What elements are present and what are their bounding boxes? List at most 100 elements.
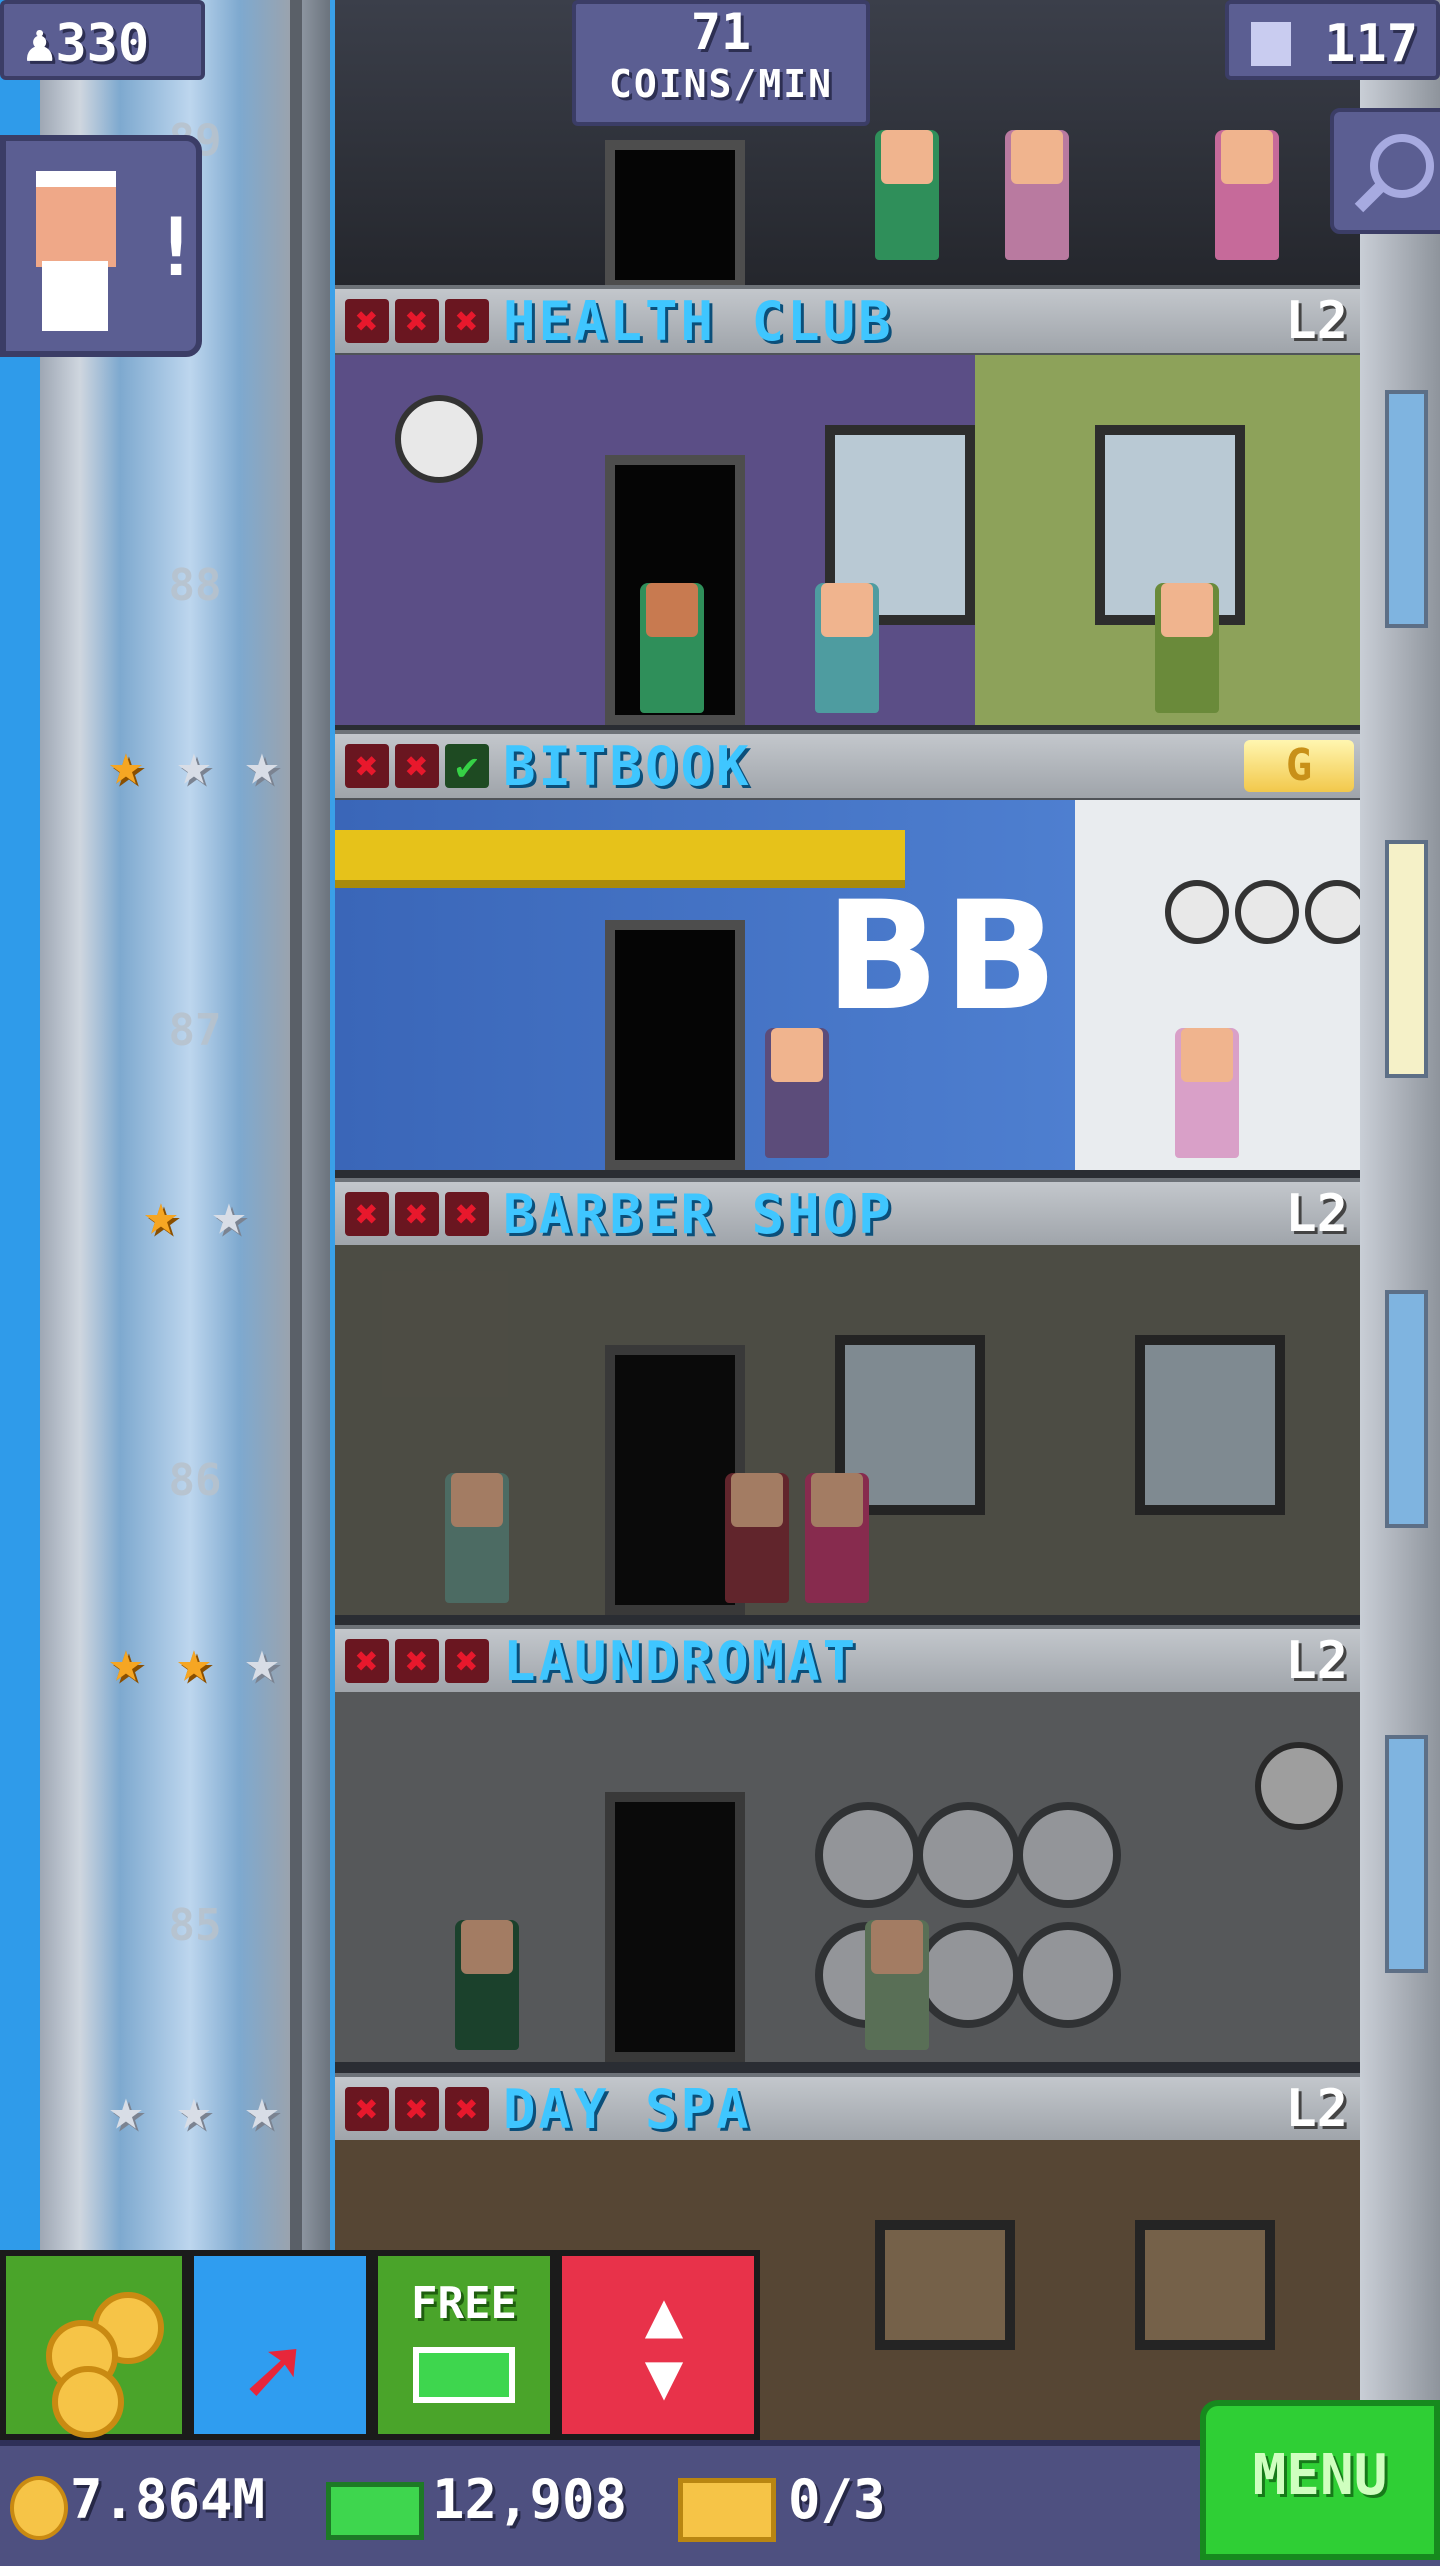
stock-marks: ✖ ✖ ✖ bbox=[345, 1192, 489, 1236]
room-shade bbox=[335, 1692, 1360, 2062]
clock-icon bbox=[1235, 880, 1299, 944]
right-wall bbox=[1360, 0, 1440, 2440]
side-window bbox=[1385, 1290, 1428, 1528]
stock-missing-icon: ✖ bbox=[445, 1639, 489, 1683]
bitbook-logo: BB bbox=[825, 870, 1062, 1044]
floor-level: L2 bbox=[1285, 1631, 1348, 1691]
stock-missing-icon: ✖ bbox=[345, 2087, 389, 2131]
raffle-pin-button[interactable]: ➚ bbox=[188, 2250, 372, 2440]
free-label: FREE bbox=[411, 2278, 517, 2329]
star-icon: ★ bbox=[143, 1180, 179, 1248]
bitizen-sprite[interactable] bbox=[815, 583, 879, 713]
star-icon: ★ bbox=[108, 730, 144, 798]
free-bux-button[interactable]: FREE bbox=[372, 2250, 556, 2440]
sky-background bbox=[0, 0, 40, 2560]
coins-per-min-label: COINS/MIN bbox=[609, 62, 833, 106]
golden-tickets-count: 0/3 bbox=[788, 2468, 886, 2531]
star-icon: ★ bbox=[244, 1627, 280, 1695]
room-barber-shop[interactable] bbox=[335, 1245, 1360, 1615]
bux-icon bbox=[326, 2482, 424, 2540]
stock-missing-icon: ✖ bbox=[445, 1192, 489, 1236]
magnifier-handle bbox=[1354, 179, 1388, 213]
search-button[interactable] bbox=[1330, 108, 1440, 234]
building-icon bbox=[1251, 22, 1291, 66]
bitizen-sprite[interactable] bbox=[765, 1028, 829, 1158]
side-window bbox=[1385, 1735, 1428, 1973]
laundromat-stars: ★ ★ ★ bbox=[95, 1630, 293, 1692]
exclamation-icon: ! bbox=[152, 201, 201, 294]
star-icon: ★ bbox=[244, 730, 280, 798]
star-icon: ★ bbox=[211, 1180, 247, 1248]
clock-icon bbox=[395, 395, 483, 483]
floor-name: BARBER SHOP bbox=[503, 1182, 894, 1246]
day-spa-stars: ★ ★ ★ bbox=[95, 2078, 293, 2140]
room-shade bbox=[335, 1245, 1360, 1615]
menu-button[interactable]: MENU bbox=[1200, 2400, 1440, 2560]
floor-header-bitbook[interactable]: ✖ ✖ ✔ BITBOOK G bbox=[335, 730, 1360, 804]
bitizen-sprite[interactable] bbox=[875, 130, 939, 260]
person-icon: ♟ bbox=[24, 14, 56, 74]
room-door bbox=[605, 920, 745, 1170]
floor-header-health-club[interactable]: ✖ ✖ ✖ HEALTH CLUB L2 bbox=[335, 285, 1360, 359]
elevator-button[interactable]: ▲ ▼ bbox=[556, 2250, 760, 2440]
coins-button[interactable] bbox=[0, 2250, 188, 2440]
golden-ticket-icon bbox=[678, 2478, 776, 2542]
star-icon: ★ bbox=[176, 2075, 212, 2143]
population-value: 330 bbox=[55, 14, 150, 74]
shaft-rail bbox=[290, 0, 302, 2300]
stock-missing-icon: ✖ bbox=[345, 299, 389, 343]
floor-header-day-spa[interactable]: ✖ ✖ ✖ DAY SPA L2 bbox=[335, 2073, 1360, 2147]
stock-missing-icon: ✖ bbox=[395, 1639, 439, 1683]
room-bitbook[interactable]: BB bbox=[335, 800, 1360, 1170]
stock-marks: ✖ ✖ ✔ bbox=[345, 744, 489, 788]
gold-level-badge: G bbox=[1244, 740, 1354, 792]
stock-missing-icon: ✖ bbox=[445, 299, 489, 343]
floor-count-value: 117 bbox=[1324, 14, 1418, 74]
star-icon: ★ bbox=[176, 1627, 212, 1695]
bux-balance: 12,908 bbox=[432, 2468, 628, 2531]
stock-marks: ✖ ✖ ✖ bbox=[345, 1639, 489, 1683]
side-window bbox=[1385, 390, 1428, 628]
bitizen-sprite[interactable] bbox=[1215, 130, 1279, 260]
coins-per-min-panel: 71 COINS/MIN bbox=[572, 0, 870, 126]
floor-number-85: 85 bbox=[168, 1900, 222, 1951]
coins-per-min-value: 71 bbox=[690, 3, 752, 61]
vip-visitor-alert[interactable]: ! bbox=[0, 135, 202, 357]
floor-name: HEALTH CLUB bbox=[503, 289, 894, 353]
floor-name: DAY SPA bbox=[503, 2077, 752, 2141]
bitizen-sprite[interactable] bbox=[640, 583, 704, 713]
stock-missing-icon: ✖ bbox=[345, 1639, 389, 1683]
bitizen-sprite[interactable] bbox=[1005, 130, 1069, 260]
star-icon: ★ bbox=[176, 730, 212, 798]
stock-missing-icon: ✖ bbox=[345, 744, 389, 788]
stock-marks: ✖ ✖ ✖ bbox=[345, 299, 489, 343]
stock-missing-icon: ✖ bbox=[395, 299, 439, 343]
stock-missing-icon: ✖ bbox=[395, 2087, 439, 2131]
floor-count-button[interactable]: 117 bbox=[1225, 0, 1440, 80]
floor-header-laundromat[interactable]: ✖ ✖ ✖ LAUNDROMAT L2 bbox=[335, 1625, 1360, 1699]
floor-level: L2 bbox=[1285, 291, 1348, 351]
stock-missing-icon: ✖ bbox=[395, 1192, 439, 1236]
bitbook-stars: ★ ★ ★ bbox=[95, 733, 293, 795]
population-counter[interactable]: ♟330 bbox=[0, 0, 205, 80]
stock-marks: ✖ ✖ ✖ bbox=[345, 2087, 489, 2131]
floor-number-87: 87 bbox=[168, 1005, 222, 1056]
bitizen-sprite[interactable] bbox=[1175, 1028, 1239, 1158]
bitizen-sprite[interactable] bbox=[1155, 583, 1219, 713]
room-health-club[interactable] bbox=[335, 355, 1360, 725]
stock-missing-icon: ✖ bbox=[395, 744, 439, 788]
stock-missing-icon: ✖ bbox=[345, 1192, 389, 1236]
star-icon: ★ bbox=[244, 2075, 280, 2143]
stock-missing-icon: ✖ bbox=[445, 2087, 489, 2131]
star-icon: ★ bbox=[108, 2075, 144, 2143]
clock-icon bbox=[1305, 880, 1360, 944]
room-laundromat[interactable] bbox=[335, 1692, 1360, 2062]
floor-name: BITBOOK bbox=[503, 734, 752, 798]
room-door bbox=[605, 140, 745, 290]
floor-header-barber-shop[interactable]: ✖ ✖ ✖ BARBER SHOP L2 bbox=[335, 1178, 1360, 1252]
clock-icon bbox=[1165, 880, 1229, 944]
floor-name: LAUNDROMAT bbox=[503, 1629, 859, 1693]
floor-number-88: 88 bbox=[168, 560, 222, 611]
coin-icon bbox=[10, 2476, 68, 2540]
coin-icon bbox=[52, 2366, 124, 2438]
